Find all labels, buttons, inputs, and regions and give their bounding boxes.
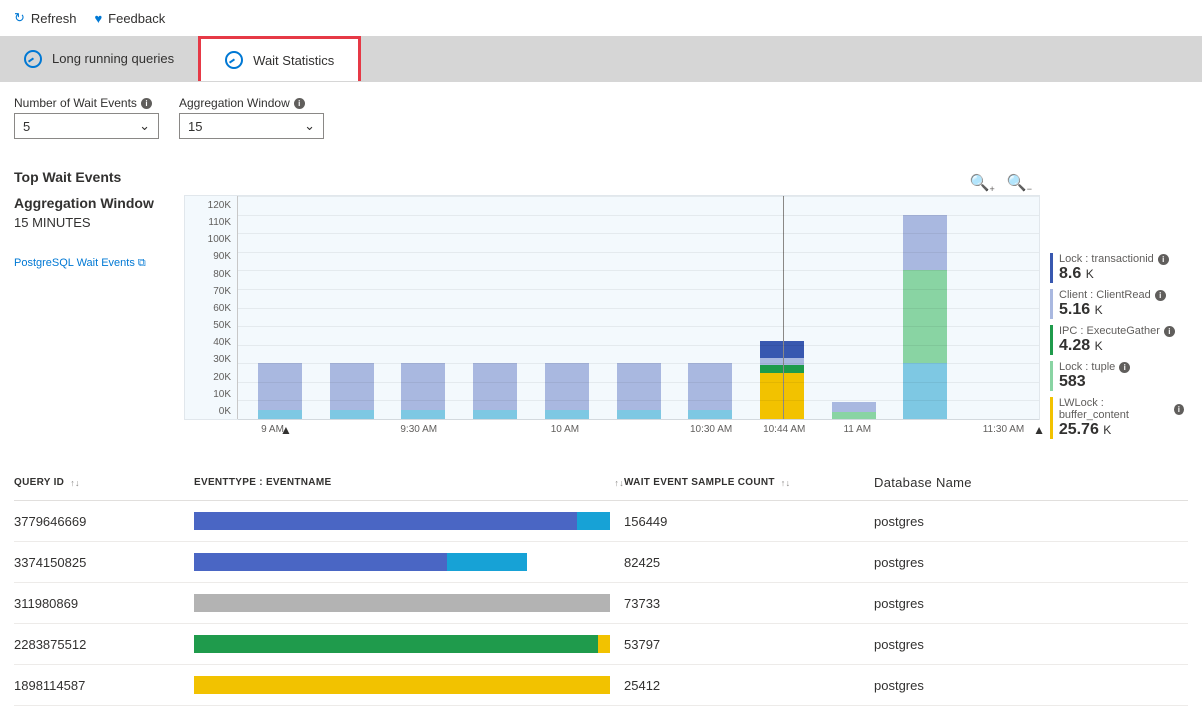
select-num-wait-events[interactable]: 5 ⌄	[14, 113, 159, 139]
cell-sample-count: 25412	[624, 678, 874, 693]
sort-icon: ↑↓	[781, 478, 791, 488]
col-sample-count[interactable]: WAIT EVENT SAMPLE COUNT↑↓	[624, 475, 874, 490]
heart-icon: ♥	[94, 11, 102, 26]
chevron-down-icon: ⌄	[139, 118, 150, 134]
table-row[interactable]: 3374150825 82425 postgres	[14, 542, 1188, 583]
event-bar	[194, 512, 610, 530]
postgresql-wait-events-link[interactable]: PostgreSQL Wait Events ⧉	[14, 257, 146, 269]
col-database-name[interactable]: Database Name	[874, 475, 1188, 490]
refresh-icon: ↻	[14, 10, 25, 26]
cell-query-id: 3779646669	[14, 514, 194, 529]
cell-sample-count: 73733	[624, 596, 874, 611]
event-bar	[194, 594, 610, 612]
cell-query-id: 311980869	[14, 596, 194, 611]
event-bar	[194, 553, 527, 571]
info-icon[interactable]: i	[1158, 254, 1169, 265]
tab-long-running-queries[interactable]: Long running queries	[0, 36, 198, 81]
refresh-button[interactable]: ↻ Refresh	[14, 10, 76, 26]
info-icon[interactable]: i	[1164, 326, 1175, 337]
gauge-icon	[225, 51, 243, 69]
cell-database-name: postgres	[874, 514, 1188, 529]
cell-database-name: postgres	[874, 555, 1188, 570]
table-row[interactable]: 311980869 73733 postgres	[14, 583, 1188, 624]
control-num-wait-events: Number of Wait Events i 5 ⌄	[14, 96, 159, 139]
feedback-label: Feedback	[108, 11, 165, 26]
feedback-button[interactable]: ♥ Feedback	[94, 11, 165, 26]
cell-query-id: 3374150825	[14, 555, 194, 570]
agg-window-title: Aggregation Window	[14, 195, 184, 211]
info-icon[interactable]: i	[1174, 404, 1184, 415]
legend-item: Lock : tuple i 583	[1050, 361, 1184, 391]
cell-database-name: postgres	[874, 596, 1188, 611]
event-bar	[194, 635, 610, 653]
tab-wait-statistics[interactable]: Wait Statistics	[198, 36, 361, 81]
cell-sample-count: 156449	[624, 514, 874, 529]
cell-sample-count: 53797	[624, 637, 874, 652]
gauge-icon	[24, 50, 42, 68]
select-aggregation-window[interactable]: 15 ⌄	[179, 113, 324, 139]
info-icon[interactable]: i	[1155, 290, 1166, 301]
chart[interactable]: 120K110K100K90K80K70K60K50K40K30K20K10K0…	[184, 195, 1040, 420]
agg-window-value: 15 MINUTES	[14, 215, 184, 230]
chevron-down-icon: ⌄	[304, 118, 315, 134]
legend-item: Client : ClientRead i 5.16 K	[1050, 289, 1184, 319]
info-icon[interactable]: i	[294, 98, 305, 109]
sort-icon: ↑↓	[614, 478, 624, 488]
legend-item: IPC : ExecuteGather i 4.28 K	[1050, 325, 1184, 355]
cell-sample-count: 82425	[624, 555, 874, 570]
event-bar	[194, 676, 610, 694]
info-icon[interactable]: i	[141, 98, 152, 109]
zoom-out-icon[interactable]: 🔍−	[1007, 173, 1032, 194]
table-row[interactable]: 3779646669 156449 postgres	[14, 501, 1188, 542]
table-row[interactable]: 2283875512 53797 postgres	[14, 624, 1188, 665]
col-eventtype[interactable]: EVENTTYPE : EVENTNAME↑↓	[194, 475, 624, 490]
cell-database-name: postgres	[874, 678, 1188, 693]
cell-query-id: 2283875512	[14, 637, 194, 652]
legend-item: LWLock : buffer_content i 25.76 K	[1050, 397, 1184, 439]
control-aggregation-window: Aggregation Window i 15 ⌄	[179, 96, 324, 139]
cell-query-id: 1898114587	[14, 678, 194, 693]
legend-item: Lock : transactionid i 8.6 K	[1050, 253, 1184, 283]
col-query-id[interactable]: QUERY ID↑↓	[14, 475, 194, 490]
table-row[interactable]: 1898114587 25412 postgres	[14, 665, 1188, 706]
sort-icon: ↑↓	[70, 478, 80, 488]
zoom-in-icon[interactable]: 🔍+	[970, 173, 995, 194]
cell-database-name: postgres	[874, 637, 1188, 652]
refresh-label: Refresh	[31, 11, 77, 26]
info-icon[interactable]: i	[1119, 362, 1130, 373]
